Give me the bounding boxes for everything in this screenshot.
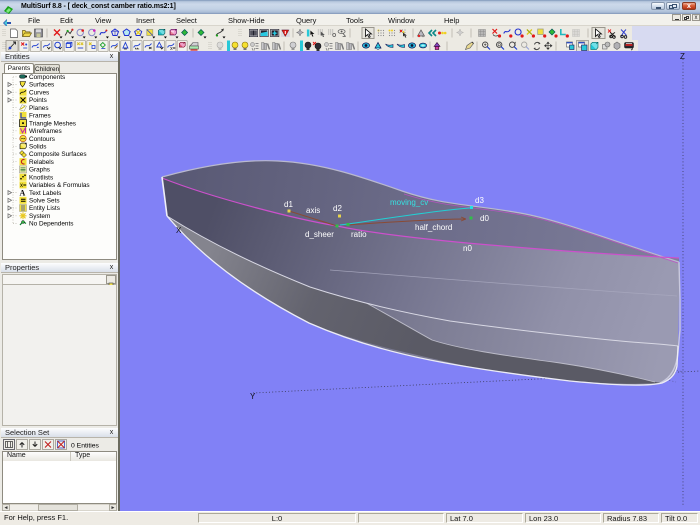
svg-text:Solids: Solids xyxy=(29,144,46,151)
svg-text:Surfaces: Surfaces xyxy=(29,82,54,89)
svg-text:d3: d3 xyxy=(475,196,484,205)
svg-text:Solve Sets: Solve Sets xyxy=(29,198,60,205)
svg-text:n0: n0 xyxy=(463,244,472,253)
svg-text:X: X xyxy=(176,226,182,235)
svg-text:moving_cv: moving_cv xyxy=(390,198,428,207)
svg-text:half_chord: half_chord xyxy=(415,223,452,232)
svg-text:d2: d2 xyxy=(333,204,342,213)
svg-text:Triangle Meshes: Triangle Meshes xyxy=(29,120,76,127)
svg-text:Graphs: Graphs xyxy=(29,167,50,174)
svg-text:Contours: Contours xyxy=(29,136,55,143)
svg-text:Text Labels: Text Labels xyxy=(29,190,61,197)
svg-text:Knotlists: Knotlists xyxy=(29,174,53,181)
svg-text:Composite Surfaces: Composite Surfaces xyxy=(29,151,87,158)
svg-text:Y: Y xyxy=(250,392,256,401)
svg-text:0 Entities: 0 Entities xyxy=(71,443,100,450)
svg-text:Points: Points xyxy=(29,97,47,104)
svg-text:Variables & Formulas: Variables & Formulas xyxy=(29,182,90,189)
svg-text:Z: Z xyxy=(680,52,685,61)
svg-text:Planes: Planes xyxy=(29,105,49,112)
svg-text:No Dependents: No Dependents xyxy=(29,221,73,228)
svg-text:t: t xyxy=(515,42,517,48)
svg-text:d1: d1 xyxy=(284,200,293,209)
svg-text:Curves: Curves xyxy=(29,89,49,96)
svg-text:Frames: Frames xyxy=(29,113,51,120)
svg-text:ratio: ratio xyxy=(351,230,367,239)
svg-text:axis: axis xyxy=(306,206,320,215)
svg-text:d0: d0 xyxy=(480,214,489,223)
svg-text:Relabels: Relabels xyxy=(29,159,54,166)
svg-text:Components: Components xyxy=(29,74,65,81)
svg-text:Wireframes: Wireframes xyxy=(29,128,62,135)
svg-text:A: A xyxy=(20,189,26,198)
svg-text:System: System xyxy=(29,213,50,220)
svg-text:d_sheer: d_sheer xyxy=(305,230,334,239)
svg-text:Entity Lists: Entity Lists xyxy=(29,205,60,212)
